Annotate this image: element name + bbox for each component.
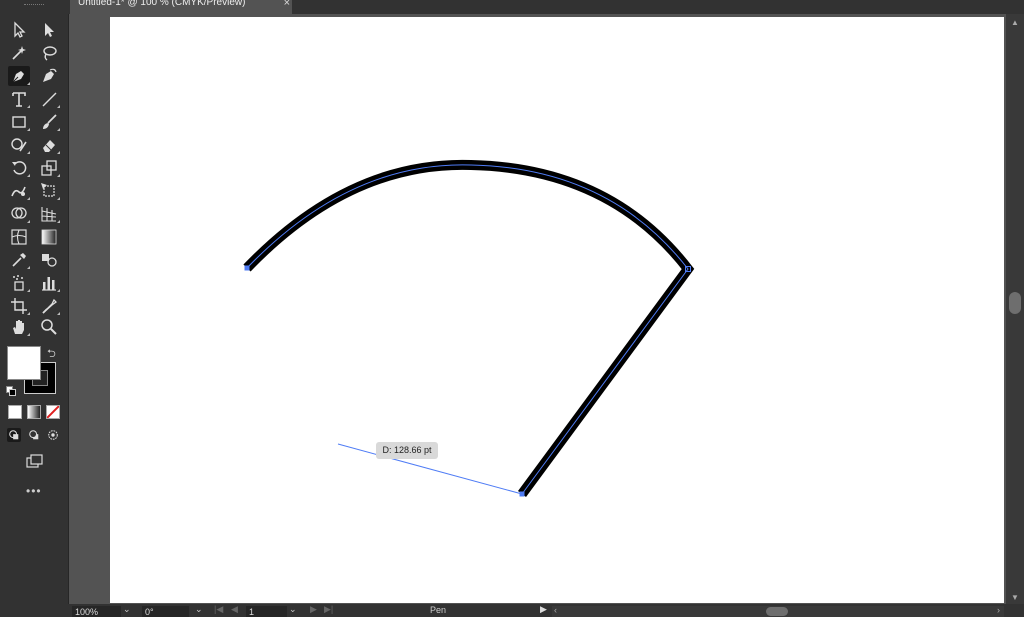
zoom-dropdown-chevron-icon[interactable]: ⌄	[123, 604, 131, 615]
horizontal-scroll-thumb[interactable]	[766, 607, 788, 616]
status-bar: 100% ⌄ 0° ⌄ |◀ ◀ 1 ⌄ ▶ ▶| Pen ▶ ‹ ›	[68, 604, 1024, 617]
distance-tooltip: D: 128.66 pt	[376, 442, 438, 459]
document-tab[interactable]: Untitled-1* @ 100 % (CMYK/Preview) ×	[70, 0, 292, 14]
shape-builder-tool-icon[interactable]	[8, 204, 30, 224]
line-segment-tool-icon[interactable]	[38, 89, 60, 109]
column-graph-tool-icon[interactable]	[38, 273, 60, 293]
curvature-tool-icon[interactable]	[38, 66, 60, 86]
lasso-tool-icon[interactable]	[38, 43, 60, 63]
fill-swatch[interactable]	[7, 346, 41, 380]
gradient-tool-icon[interactable]	[38, 227, 60, 247]
color-mode-button[interactable]	[8, 405, 22, 419]
eraser-tool-icon[interactable]	[38, 135, 60, 155]
tool-group-indicator	[27, 151, 30, 154]
zoom-field[interactable]: 100%	[72, 606, 121, 617]
shaper-tool-icon[interactable]	[8, 135, 30, 155]
perspective-grid-tool-icon[interactable]	[38, 204, 60, 224]
last-artboard-icon[interactable]: ▶|	[324, 604, 333, 615]
tool-group-indicator	[57, 105, 60, 108]
default-fill-stroke-icon[interactable]	[6, 383, 16, 396]
tool-group-indicator	[57, 220, 60, 223]
next-artboard-icon[interactable]: ▶	[310, 604, 317, 615]
artwork-layer[interactable]	[110, 17, 1004, 603]
direct-selection-tool-icon[interactable]	[38, 20, 60, 40]
slice-tool-icon[interactable]	[38, 296, 60, 316]
first-artboard-icon[interactable]: |◀	[214, 604, 223, 615]
magic-wand-tool-icon[interactable]	[8, 43, 30, 63]
gradient-mode-button[interactable]	[27, 405, 41, 419]
scale-tool-icon[interactable]	[38, 158, 60, 178]
zoom-tool-icon[interactable]	[38, 317, 60, 337]
scroll-right-icon[interactable]: ›	[997, 605, 1000, 615]
free-transform-tool-icon[interactable]	[38, 181, 60, 201]
pen-tool-icon[interactable]	[8, 66, 30, 86]
stroked-path	[243, 159, 695, 497]
selection-tool-icon[interactable]	[8, 20, 30, 40]
current-tool-label: Pen	[430, 605, 447, 615]
tool-group-indicator	[27, 174, 30, 177]
warp-tool-icon[interactable]	[8, 181, 30, 201]
close-tab-icon[interactable]: ×	[284, 0, 290, 9]
hand-tool-icon[interactable]	[8, 317, 30, 337]
tool-group-indicator	[27, 220, 30, 223]
tool-group-indicator	[27, 197, 30, 200]
tool-group-indicator	[57, 197, 60, 200]
vertical-scroll-thumb[interactable]	[1009, 292, 1021, 314]
scroll-down-icon[interactable]: ▼	[1011, 593, 1019, 602]
scroll-left-icon[interactable]: ‹	[554, 605, 557, 615]
previous-artboard-icon[interactable]: ◀	[231, 604, 238, 615]
tool-group-indicator	[27, 105, 30, 108]
tool-group-indicator	[27, 82, 30, 85]
canvas-workspace[interactable]	[69, 14, 1006, 604]
artboard[interactable]	[110, 17, 1004, 603]
draw-inside-icon[interactable]	[46, 428, 60, 442]
type-tool-icon[interactable]	[8, 89, 30, 109]
blend-tool-icon[interactable]	[38, 250, 60, 270]
panel-grip[interactable]	[24, 4, 44, 7]
rotation-field[interactable]: 0°	[142, 606, 189, 617]
none-mode-button[interactable]	[46, 405, 60, 419]
rectangle-tool-icon[interactable]	[8, 112, 30, 132]
tool-group-indicator	[57, 312, 60, 315]
scroll-up-icon[interactable]: ▲	[1011, 18, 1019, 27]
artboard-tool-icon[interactable]	[8, 296, 30, 316]
artboard-number-field[interactable]: 1	[246, 606, 287, 617]
tool-group-indicator	[57, 151, 60, 154]
vertical-scrollbar[interactable]: ▲ ▼	[1006, 14, 1024, 604]
document-tab-title: Untitled-1* @ 100 % (CMYK/Preview)	[78, 0, 246, 8]
anchor-point-end	[519, 491, 525, 497]
tools-panel: ⮌ •••	[0, 0, 69, 617]
rotation-dropdown-chevron-icon[interactable]: ⌄	[195, 604, 203, 615]
rotate-tool-icon[interactable]	[8, 158, 30, 178]
draw-normal-icon[interactable]	[7, 428, 21, 442]
tool-group-indicator	[27, 333, 30, 336]
horizontal-scrollbar[interactable]: ‹ ›	[552, 605, 1004, 617]
document-tab-bar: Untitled-1* @ 100 % (CMYK/Preview) ×	[68, 0, 1024, 14]
paintbrush-tool-icon[interactable]	[38, 112, 60, 132]
tool-group-indicator	[57, 289, 60, 292]
tool-group-indicator	[27, 128, 30, 131]
edit-toolbar-button[interactable]: •••	[26, 484, 42, 498]
tool-group-indicator	[27, 266, 30, 269]
status-menu-icon[interactable]: ▶	[540, 604, 547, 615]
draw-behind-icon[interactable]	[27, 428, 41, 442]
tool-group-indicator	[27, 289, 30, 292]
mesh-tool-icon[interactable]	[8, 227, 30, 247]
anchor-point-start	[244, 265, 250, 271]
eyedropper-tool-icon[interactable]	[8, 250, 30, 270]
tool-group-indicator	[27, 312, 30, 315]
artboard-dropdown-chevron-icon[interactable]: ⌄	[289, 604, 297, 615]
symbol-sprayer-tool-icon[interactable]	[8, 273, 30, 293]
screen-mode-icon[interactable]	[23, 451, 45, 471]
tool-group-indicator	[57, 174, 60, 177]
tool-group-indicator	[57, 128, 60, 131]
